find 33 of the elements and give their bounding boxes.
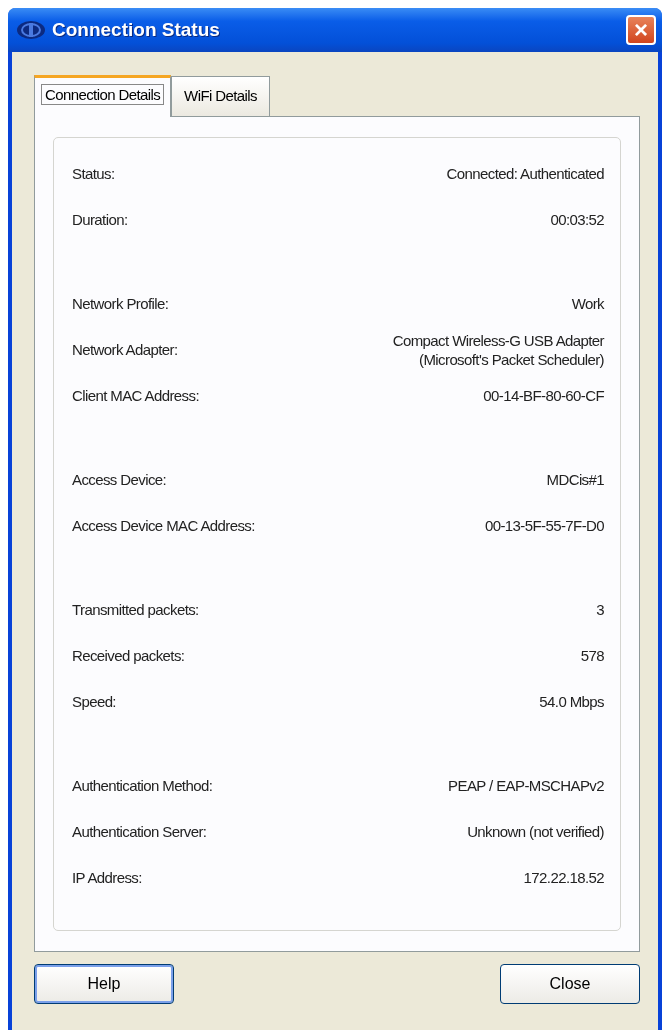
field-label: IP Address:: [72, 868, 142, 889]
field-label: Authentication Server:: [72, 822, 207, 843]
field-value: 00-13-5F-55-7F-D0: [485, 517, 604, 536]
field-label: Access Device MAC Address:: [72, 516, 255, 537]
field-label: Client MAC Address:: [72, 386, 199, 407]
field-value: 00:03:52: [550, 211, 604, 230]
close-button[interactable]: ×: [626, 15, 656, 45]
field-label: Transmitted packets:: [72, 600, 199, 621]
field-value: Compact Wireless-G USB Adapter (Microsoft's Packet Scheduler): [392, 331, 604, 370]
field-value: Connected: Authenticated: [446, 165, 604, 184]
dialog-button[interactable]: Help: [34, 963, 174, 1004]
field-label: Duration:: [72, 210, 128, 231]
field-value: 172.22.18.52: [523, 869, 604, 888]
field-label: Speed:: [72, 692, 116, 713]
tab[interactable]: Connection Details: [34, 75, 172, 117]
dialog-button[interactable]: Close: [500, 963, 640, 1004]
window-title: Connection Status: [52, 17, 220, 42]
field-label: Network Adapter:: [72, 340, 178, 361]
field-value: Work: [571, 295, 604, 314]
field-label: Access Device:: [72, 470, 167, 491]
field-value: Unknown (not verified): [467, 823, 604, 842]
field-label: Network Profile:: [72, 294, 169, 315]
field-value: PEAP / EAP-MSCHAPv2: [448, 777, 604, 796]
field-value: MDCis#1: [546, 471, 604, 490]
field-label: Authentication Method:: [72, 776, 213, 797]
field-value: 578: [580, 647, 604, 666]
tab[interactable]: WiFi Details: [171, 76, 270, 116]
field-label: Received packets:: [72, 646, 185, 667]
field-label: Status:: [72, 164, 115, 185]
field-value: 3: [596, 601, 604, 620]
field-value: 54.0 Mbps: [539, 693, 604, 712]
network-icon: [16, 20, 46, 40]
field-value: 00-14-BF-80-60-CF: [483, 387, 604, 406]
